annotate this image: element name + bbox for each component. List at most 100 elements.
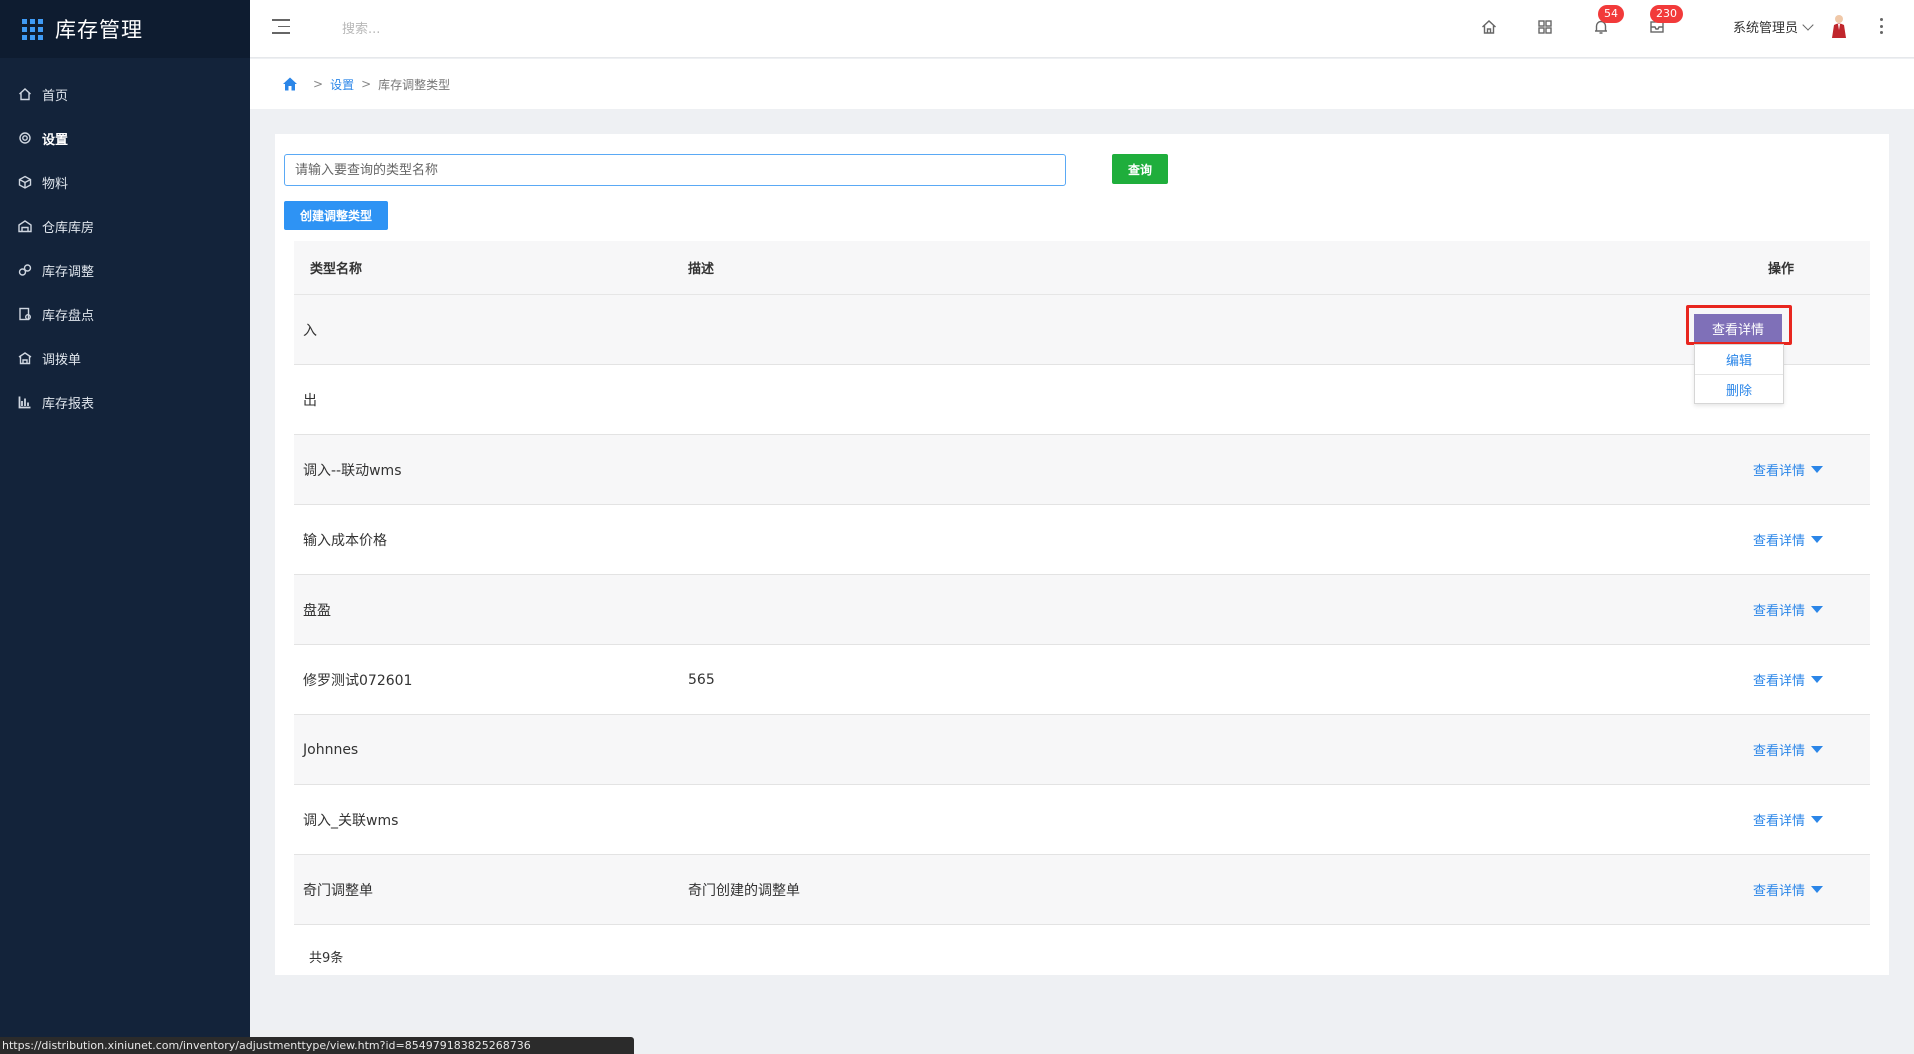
cell-actions: 查看详情 xyxy=(1692,880,1870,899)
table-row: 调入_关联wms 查看详情 xyxy=(294,785,1870,855)
caret-down-icon xyxy=(1811,676,1823,683)
view-details-label: 查看详情 xyxy=(1752,814,1805,829)
type-name-query-input[interactable] xyxy=(284,154,1066,186)
cell-actions: 查看详情 xyxy=(1692,810,1870,829)
chevron-down-icon xyxy=(1802,18,1814,31)
more-options-icon[interactable] xyxy=(1880,18,1884,34)
settings-icon xyxy=(18,131,32,145)
view-details-label: 查看详情 xyxy=(1752,534,1805,549)
home-icon[interactable] xyxy=(1480,18,1498,36)
sidebar-item-label: 库存调整 xyxy=(42,264,95,280)
create-adjustment-type-button[interactable]: 创建调整类型 xyxy=(284,201,388,230)
bar-chart-icon xyxy=(18,395,32,409)
sidebar-item-label: 调拨单 xyxy=(42,352,82,368)
table-row: 盘盈 查看详情 xyxy=(294,575,1870,645)
caret-down-icon xyxy=(1811,536,1823,543)
column-header-actions: 操作 xyxy=(1767,262,1794,277)
adjust-icon xyxy=(18,263,32,277)
brand: 库存管理 xyxy=(0,0,250,58)
sidebar-item-label: 物料 xyxy=(42,176,69,192)
avatar[interactable] xyxy=(1830,14,1848,38)
sidebar: 库存管理 首页 设置 物料 仓库库房 库存调整 库存盘点 调拨单 库存报表 xyxy=(0,0,250,1054)
cell-name: 调入--联动wms xyxy=(303,462,402,479)
table-row: 出 xyxy=(294,365,1870,435)
user-menu[interactable]: 系统管理员 xyxy=(1733,17,1814,36)
cell-name: 盘盈 xyxy=(303,602,331,619)
sidebar-item-label: 设置 xyxy=(42,132,69,148)
view-details-button-active[interactable]: 查看详情 xyxy=(1694,314,1782,342)
view-details-dropdown[interactable]: 查看详情 xyxy=(1753,670,1823,689)
cell-actions: 查看详情 xyxy=(1692,740,1870,759)
caret-down-icon xyxy=(1811,606,1823,613)
inbox-icon[interactable]: 230 xyxy=(1648,5,1683,36)
cell-actions: 查看详情 xyxy=(1692,600,1870,619)
breadcrumb-home-icon[interactable] xyxy=(282,76,298,92)
query-button[interactable]: 查询 xyxy=(1112,154,1168,184)
sidebar-item-materials[interactable]: 物料 xyxy=(0,160,250,204)
user-name: 系统管理员 xyxy=(1733,21,1799,36)
apps-grid-icon[interactable] xyxy=(22,18,43,40)
sidebar-item-transfer[interactable]: 调拨单 xyxy=(0,336,250,380)
home-icon xyxy=(18,87,32,101)
view-details-dropdown[interactable]: 查看详情 xyxy=(1753,530,1823,549)
content-panel: 查询 创建调整类型 类型名称 描述 操作 入 出 调入--联动wms 查看详 xyxy=(275,134,1889,975)
view-details-dropdown[interactable]: 查看详情 xyxy=(1753,810,1823,829)
cell-name: 入 xyxy=(303,322,317,339)
sidebar-item-home[interactable]: 首页 xyxy=(0,72,250,116)
table-row: 奇门调整单 奇门创建的调整单 查看详情 xyxy=(294,855,1870,925)
cell-desc: 565 xyxy=(688,671,715,688)
cell-desc: 奇门创建的调整单 xyxy=(688,882,800,899)
caret-down-icon xyxy=(1811,466,1823,473)
breadcrumb-separator: > xyxy=(361,77,372,91)
total-count: 共9条 xyxy=(309,951,344,966)
cell-actions: 查看详情 xyxy=(1692,530,1870,549)
cell-actions: 查看详情 xyxy=(1692,460,1870,479)
view-details-label: 查看详情 xyxy=(1752,884,1805,899)
view-details-label: 查看详情 xyxy=(1752,674,1805,689)
table-header: 类型名称 描述 操作 xyxy=(294,241,1870,295)
caret-down-icon xyxy=(1811,816,1823,823)
apps-icon[interactable] xyxy=(1536,18,1554,36)
breadcrumb-settings-link[interactable]: 设置 xyxy=(330,76,354,93)
sidebar-item-reports[interactable]: 库存报表 xyxy=(0,380,250,424)
inventory-check-icon xyxy=(18,307,32,321)
global-search-input[interactable] xyxy=(342,18,602,40)
app-title: 库存管理 xyxy=(55,18,143,42)
sidebar-item-settings[interactable]: 设置 xyxy=(0,116,250,160)
view-details-dropdown[interactable]: 查看详情 xyxy=(1753,880,1823,899)
view-details-label: 查看详情 xyxy=(1752,604,1805,619)
cell-name: 修罗测试072601 xyxy=(303,672,413,689)
column-header-desc: 描述 xyxy=(688,262,715,277)
breadcrumb: > 设置 > 库存调整类型 xyxy=(250,59,1914,109)
cell-actions: 查看详情 xyxy=(1692,670,1870,689)
column-header-name: 类型名称 xyxy=(310,262,363,277)
sidebar-item-label: 首页 xyxy=(42,88,69,104)
view-details-dropdown[interactable]: 查看详情 xyxy=(1753,740,1823,759)
table-row: 输入成本价格 查看详情 xyxy=(294,505,1870,575)
delete-menu-item[interactable]: 删除 xyxy=(1695,374,1783,403)
breadcrumb-current: 库存调整类型 xyxy=(378,77,451,92)
sidebar-item-stocktake[interactable]: 库存盘点 xyxy=(0,292,250,336)
edit-menu-item[interactable]: 编辑 xyxy=(1695,345,1783,374)
transfer-icon xyxy=(18,351,32,365)
sidebar-item-warehouse[interactable]: 仓库库房 xyxy=(0,204,250,248)
browser-status-url: https://distribution.xiniunet.com/invent… xyxy=(0,1037,634,1054)
view-details-label: 查看详情 xyxy=(1752,744,1805,759)
view-details-dropdown[interactable]: 查看详情 xyxy=(1753,600,1823,619)
caret-down-icon xyxy=(1811,746,1823,753)
cell-name: 奇门调整单 xyxy=(303,882,373,899)
cell-name: 出 xyxy=(303,392,317,409)
cell-name: Johnnes xyxy=(303,741,359,758)
breadcrumb-separator: > xyxy=(313,77,324,91)
caret-down-icon xyxy=(1811,886,1823,893)
cell-name: 调入_关联wms xyxy=(303,812,399,829)
sidebar-item-stock-adjust[interactable]: 库存调整 xyxy=(0,248,250,292)
table-row: 入 xyxy=(294,295,1870,365)
bell-icon[interactable]: 54 xyxy=(1592,5,1624,36)
sidebar-menu: 首页 设置 物料 仓库库房 库存调整 库存盘点 调拨单 库存报表 xyxy=(0,72,250,424)
menu-toggle-icon[interactable] xyxy=(272,19,290,35)
actions-dropdown-menu: 编辑 删除 xyxy=(1694,344,1784,404)
warehouse-icon xyxy=(18,219,32,233)
view-details-dropdown[interactable]: 查看详情 xyxy=(1753,460,1823,479)
table-row: 修罗测试072601 565 查看详情 xyxy=(294,645,1870,715)
